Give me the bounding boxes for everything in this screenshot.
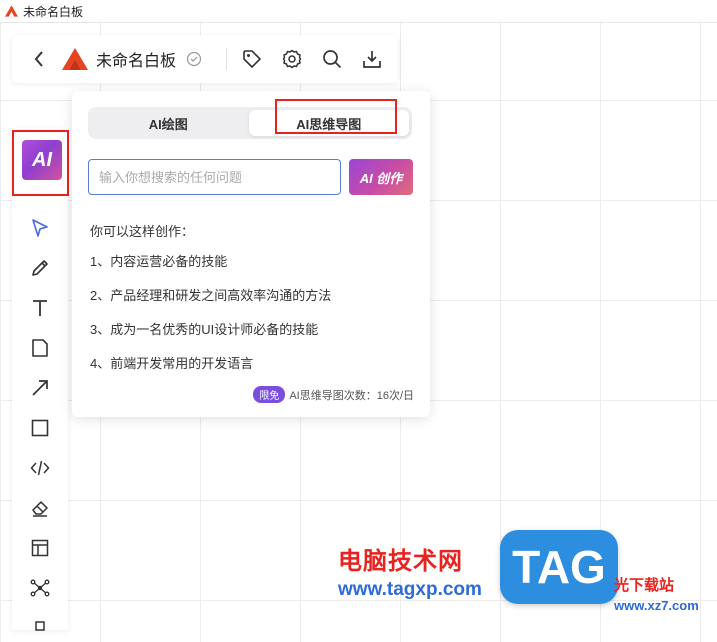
- pencil-icon: [32, 260, 48, 276]
- more-tool-icon: [35, 621, 45, 631]
- mindmap-icon: [30, 579, 50, 597]
- hint-item[interactable]: 1、内容运营必备的技能: [90, 251, 227, 270]
- sticky-note-tool[interactable]: [26, 334, 54, 362]
- rectangle-tool[interactable]: [26, 414, 54, 442]
- watermark-url: www.tagxp.com: [338, 579, 482, 600]
- watermark-cn-text: 电脑技术网: [338, 548, 463, 575]
- chevron-left-icon: [34, 51, 43, 67]
- brand-logo-icon: [62, 48, 88, 70]
- saved-status-icon: [186, 51, 202, 67]
- rectangle-icon: [31, 419, 49, 437]
- quota-info: 限免 AI思维导图次数：16次/日: [253, 386, 414, 403]
- hint-item[interactable]: 2、产品经理和研发之间高效率沟通的方法: [90, 285, 331, 304]
- watermark-site-name: 光下载站: [614, 577, 675, 594]
- ai-create-button[interactable]: AI 创作: [349, 159, 413, 195]
- window-titlebar: 未命名白板: [0, 0, 717, 23]
- eraser-icon: [32, 501, 48, 517]
- text-icon: [33, 300, 47, 316]
- ai-panel: AI绘图 AI思维导图 AI 创作 你可以这样创作： 1、内容运营必备的技能 2…: [72, 91, 430, 417]
- arrow-icon: [32, 380, 48, 396]
- pen-tool[interactable]: [26, 254, 54, 282]
- more-tool[interactable]: [26, 614, 54, 642]
- tab-ai-drawing[interactable]: AI绘图: [88, 107, 249, 139]
- tag-icon: [243, 50, 261, 68]
- cursor-arrow-icon: [32, 219, 48, 237]
- left-toolbar: AI: [12, 130, 69, 631]
- code-icon: [30, 460, 50, 476]
- template-tool[interactable]: [26, 534, 54, 562]
- code-tool[interactable]: [26, 454, 54, 482]
- hint-title: 你可以这样创作：: [90, 224, 195, 239]
- header-divider: [226, 48, 228, 70]
- eraser-tool[interactable]: [26, 494, 54, 522]
- ai-prompt-input[interactable]: [88, 159, 341, 195]
- search-button[interactable]: [317, 44, 347, 74]
- ai-highlight-box: AI: [12, 130, 69, 196]
- document-title[interactable]: 未命名白板: [96, 47, 176, 71]
- ai-mode-tabs: AI绘图 AI思维导图: [88, 107, 412, 139]
- search-icon: [323, 50, 342, 69]
- free-badge: 限免: [253, 386, 286, 403]
- tag-button[interactable]: [237, 44, 267, 74]
- text-tool[interactable]: [26, 294, 54, 322]
- sticky-note-icon: [32, 339, 48, 357]
- settings-button[interactable]: [277, 44, 307, 74]
- back-button[interactable]: [22, 42, 56, 76]
- layout-icon: [31, 539, 49, 557]
- arrow-tool[interactable]: [26, 374, 54, 402]
- hint-item[interactable]: 4、前端开发常用的开发语言: [90, 353, 253, 372]
- window-title: 未命名白板: [23, 4, 84, 19]
- gear-icon: [282, 49, 302, 69]
- tab-ai-mindmap[interactable]: AI思维导图: [248, 110, 409, 136]
- app-logo-icon: [5, 5, 18, 17]
- download-icon: [363, 51, 381, 68]
- hint-item[interactable]: 3、成为一名优秀的UI设计师必备的技能: [90, 319, 318, 338]
- select-tool[interactable]: [26, 214, 54, 242]
- mindmap-tool[interactable]: [26, 574, 54, 602]
- quota-text: AI思维导图次数：16次/日: [289, 389, 414, 402]
- ai-button[interactable]: AI: [22, 140, 62, 180]
- watermark-site-url: www.xz7.com: [614, 598, 699, 613]
- top-header: 未命名白板: [12, 35, 398, 83]
- download-button[interactable]: [357, 44, 387, 74]
- watermark-tag-logo: TAG: [500, 530, 618, 604]
